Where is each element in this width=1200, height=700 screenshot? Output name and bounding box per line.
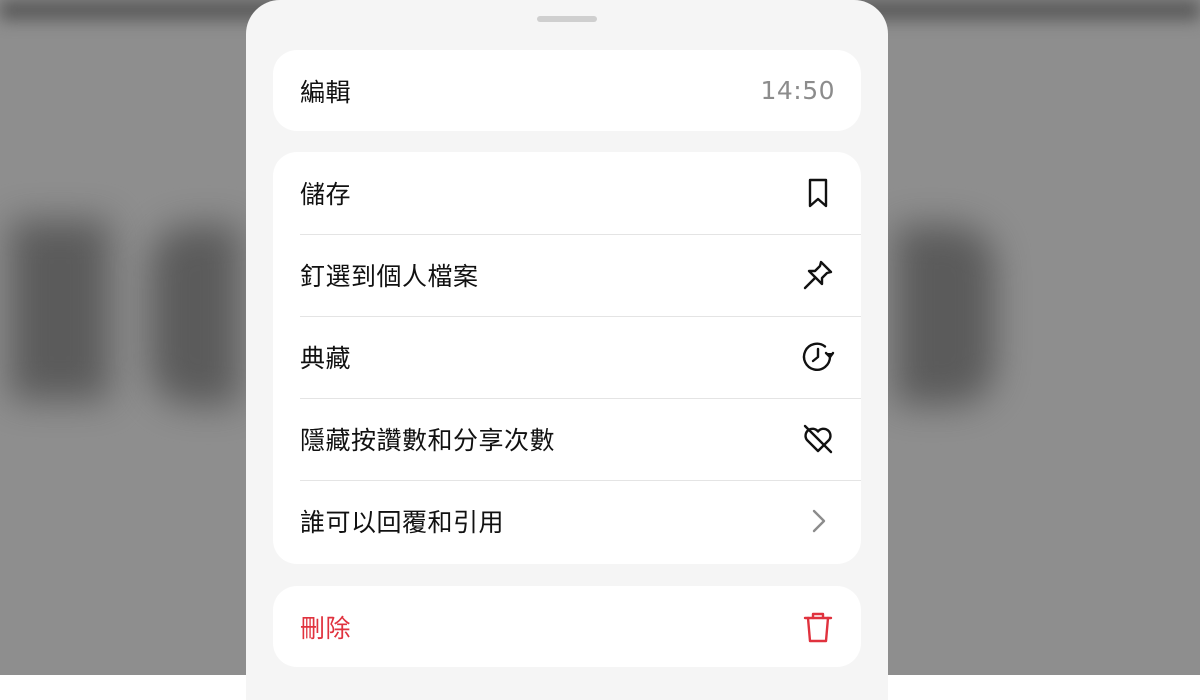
menu-item-label: 儲存 <box>300 180 352 209</box>
chevron-right-icon <box>801 504 835 538</box>
edit-label: 編輯 <box>300 77 352 107</box>
menu-item-archive[interactable]: 典藏 <box>273 316 861 398</box>
menu-item-label: 隱藏按讚數和分享次數 <box>300 426 556 455</box>
background-blur-right-1 <box>895 225 995 405</box>
menu-item-reply-permissions[interactable]: 誰可以回覆和引用 <box>273 480 861 562</box>
drag-handle[interactable] <box>537 16 597 22</box>
menu-item-pin-to-profile[interactable]: 釘選到個人檔案 <box>273 234 861 316</box>
options-card: 儲存 釘選到個人檔案 典藏 隱藏按讚數和分享次數 誰可以回覆和引用 <box>273 152 861 564</box>
delete-card: 刪除 <box>273 586 861 667</box>
edit-card: 編輯 14:50 <box>273 50 861 131</box>
heart-off-icon <box>801 422 835 456</box>
menu-item-label: 誰可以回覆和引用 <box>300 508 505 537</box>
menu-item-hide-like-count[interactable]: 隱藏按讚數和分享次數 <box>273 398 861 480</box>
bottom-sheet: 編輯 14:50 儲存 釘選到個人檔案 典藏 隱藏按讚數和分享次數 誰可以回覆和… <box>246 0 888 700</box>
menu-item-label: 典藏 <box>300 344 352 373</box>
pin-icon <box>801 258 835 292</box>
menu-item-label: 釘選到個人檔案 <box>300 262 479 291</box>
edit-time: 14:50 <box>760 76 835 105</box>
background-blur-left-1 <box>10 220 110 400</box>
menu-item-save[interactable]: 儲存 <box>273 152 861 234</box>
background-blur-left-2 <box>150 225 240 405</box>
delete-label: 刪除 <box>300 613 352 643</box>
archive-clock-icon <box>801 340 835 374</box>
edit-row[interactable]: 編輯 14:50 <box>273 50 861 131</box>
trash-icon <box>801 610 835 644</box>
bookmark-icon <box>801 176 835 210</box>
delete-row[interactable]: 刪除 <box>273 586 861 667</box>
